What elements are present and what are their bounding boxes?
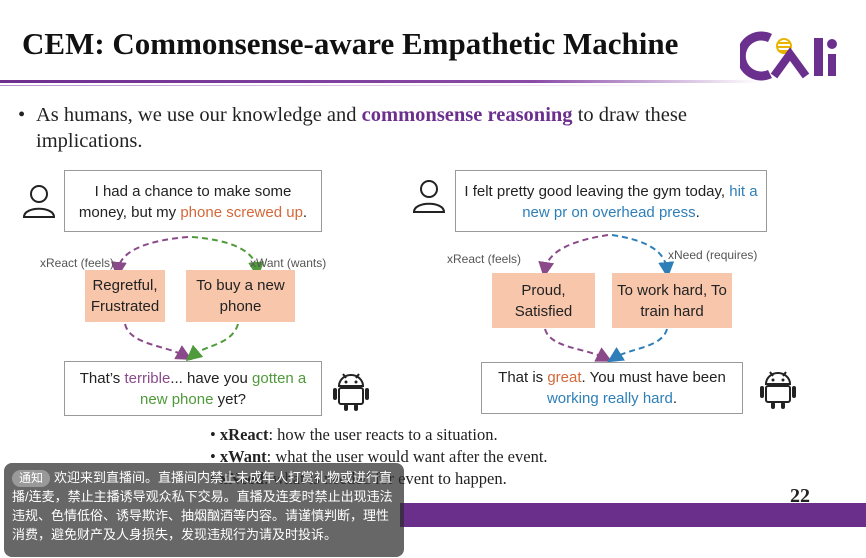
arrow-left-react-top (110, 236, 189, 278)
title-underline-thin (0, 85, 700, 86)
xreact-box-right-text: Proud, Satisfied (514, 281, 573, 320)
android-robot-icon (333, 373, 369, 411)
stream-notice-overlay: 通知 欢迎来到直播间。直播间内禁止未成年人打赏礼物或进行直播/连麦，禁止主播诱导观… (4, 463, 404, 557)
bot-response-left-mid: ... have you (170, 370, 253, 387)
xreact-box-left: Regretful, Frustrated (85, 270, 165, 322)
title-underline (0, 80, 760, 83)
arrow-left-want-bottom (185, 323, 239, 362)
user-icon (22, 185, 56, 218)
bullet-dot: • (18, 104, 26, 126)
user-utterance-left: I had a chance to make some money, but m… (64, 170, 322, 232)
footer-bar (400, 503, 866, 527)
slide-title: CEM: Commonsense-aware Empathetic Machin… (22, 26, 679, 61)
label-xreact-right: xReact (feels) (447, 252, 522, 266)
xneed-box-right: To work hard, To train hard (612, 273, 732, 328)
user-icon (412, 180, 446, 213)
definition-term: xReact (219, 425, 269, 444)
label-xreact-left: xReact (feels) (40, 256, 115, 270)
label-xwant-left: xWant (wants) (250, 256, 327, 270)
bullet-highlight: commonsense reasoning (361, 104, 573, 126)
xreact-box-right: Proud, Satisfied (492, 273, 595, 328)
arrow-right-need-bottom (607, 328, 668, 363)
bot-response-right-end: . (672, 390, 678, 407)
bot-response-right-highlight1: great (547, 369, 582, 386)
bot-response-right: That is great. You must have been workin… (481, 362, 743, 414)
arrow-right-react-top (538, 234, 609, 278)
notice-tag: 通知 (12, 470, 51, 487)
definition-item: • xReact: how the user reacts to a situa… (210, 425, 498, 444)
bot-response-left: That’s terrible... have you gotten a new… (64, 361, 322, 416)
bullet-text-prefix: As humans, we use our knowledge and (36, 104, 362, 126)
xwant-box-left-text: To buy a new phone (196, 277, 285, 315)
user-utterance-left-highlight: phone screwed up (180, 204, 303, 221)
user-utterance-right: I felt pretty good leaving the gym today… (455, 170, 767, 232)
bot-response-right-mid: . You must have been (581, 369, 726, 386)
arrow-right-need-top (611, 234, 675, 278)
arrow-left-want-top (191, 236, 265, 278)
bot-response-left-text: That’s (79, 370, 125, 387)
cai-logo (740, 31, 837, 81)
definition-desc: : how the user reacts to a situation. (268, 425, 498, 444)
label-xneed-right: xNeed (requires) (668, 248, 758, 262)
main-bullet: • As humans, we use our knowledge and co… (18, 102, 758, 154)
user-utterance-right-text: I felt pretty good leaving the gym today… (464, 183, 730, 200)
user-utterance-right-end: . (695, 204, 700, 221)
arrow-right-react-bottom (544, 328, 613, 362)
bot-response-left-end: yet? (213, 391, 246, 408)
notice-text: 欢迎来到直播间。直播间内禁止未成年人打赏礼物或进行直播/连麦，禁止主播诱导观众私… (12, 470, 393, 542)
android-robot-icon (760, 371, 796, 409)
bot-response-left-highlight1: terrible (124, 370, 171, 387)
arrow-left-react-bottom (124, 323, 193, 360)
bot-response-right-highlight2: working really hard (546, 390, 673, 407)
user-utterance-left-end: . (302, 204, 308, 221)
xwant-box-left: To buy a new phone (186, 270, 295, 322)
xneed-box-right-text: To work hard, To train hard (617, 281, 727, 320)
xreact-box-left-text: Regretful, Frustrated (90, 277, 160, 315)
bot-response-right-text: That is (498, 369, 548, 386)
